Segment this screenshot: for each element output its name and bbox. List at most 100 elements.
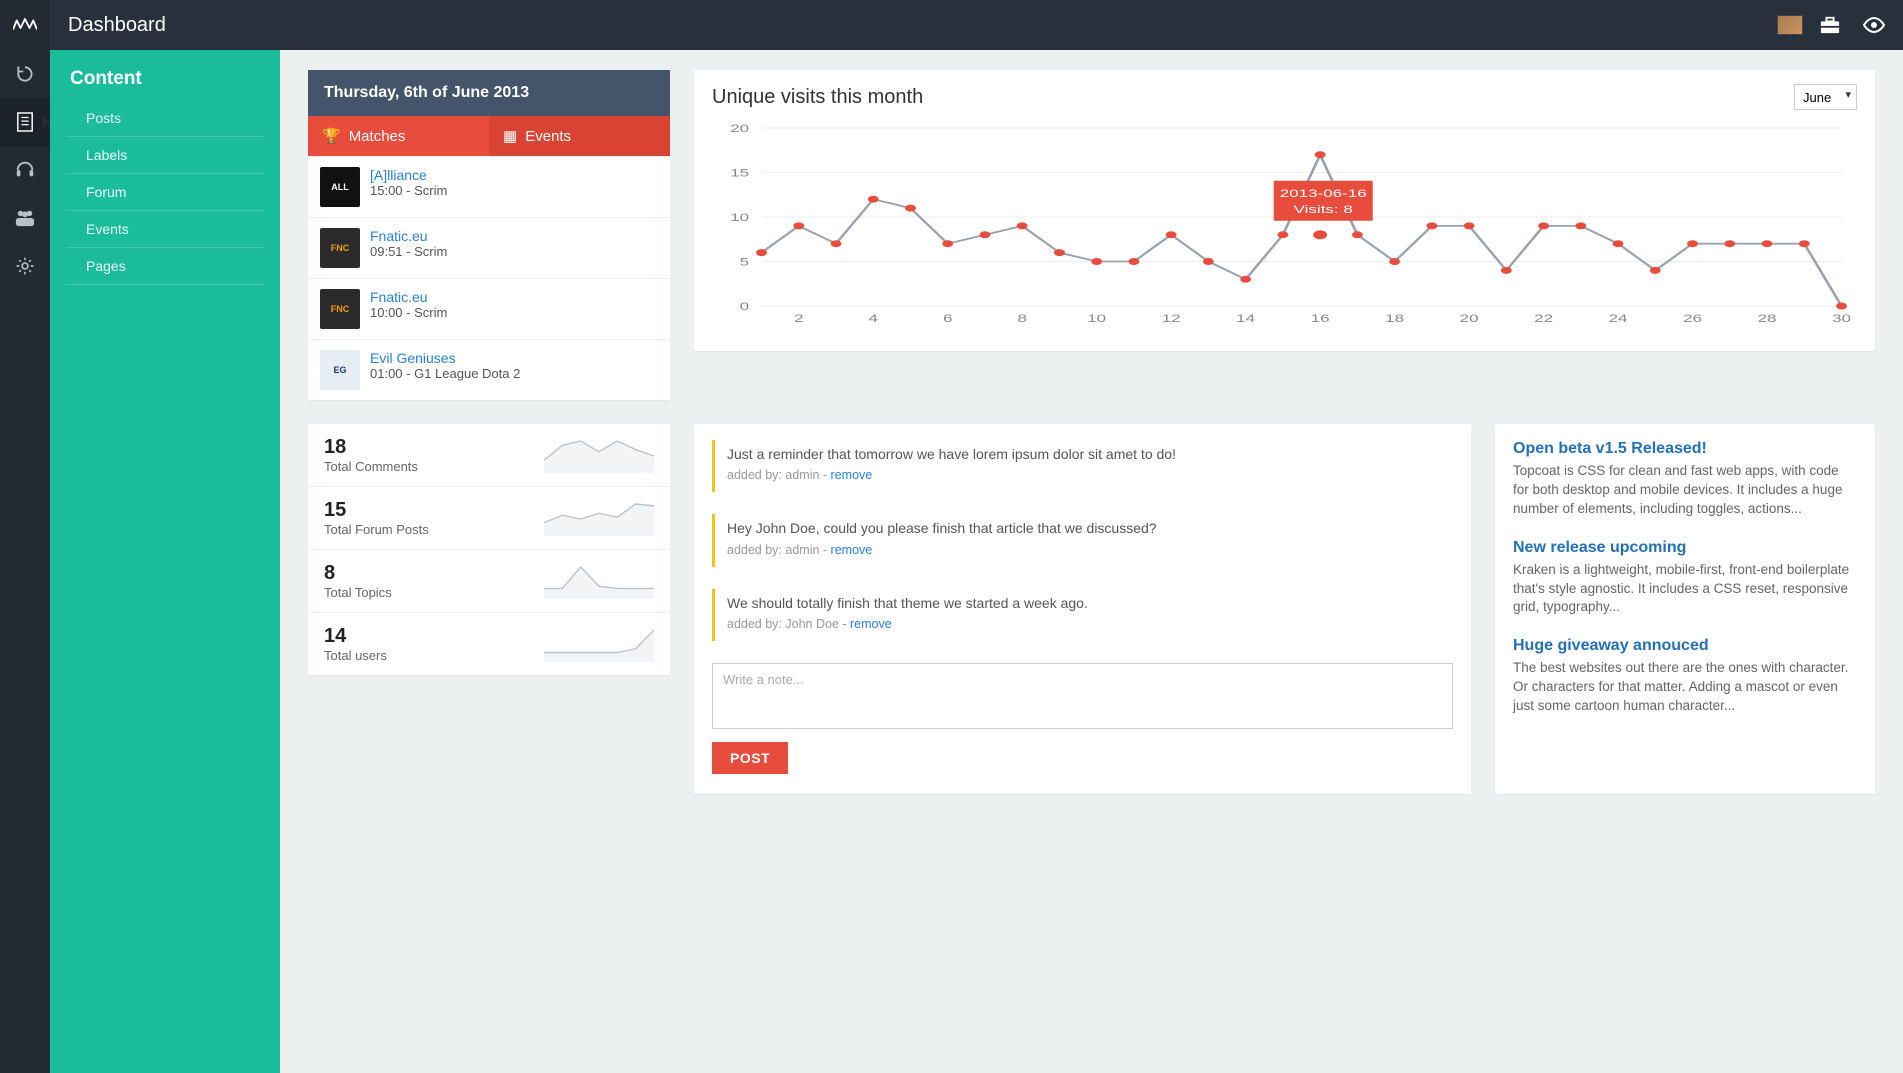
news-panel: Open beta v1.5 Released!Topcoat is CSS f… [1495, 424, 1875, 794]
note-body: Just a reminder that tomorrow we have lo… [727, 444, 1441, 464]
notes-panel: Just a reminder that tomorrow we have lo… [694, 424, 1471, 794]
note-body: We should totally finish that theme we s… [727, 593, 1441, 613]
tab-matches[interactable]: 🏆 Matches [308, 116, 489, 156]
post-button[interactable]: POST [712, 742, 788, 774]
rail-content-icon[interactable] [0, 98, 50, 146]
news-item: Open beta v1.5 Released!Topcoat is CSS f… [1513, 440, 1857, 519]
news-title[interactable]: Open beta v1.5 Released! [1513, 440, 1857, 458]
tab-matches-label: Matches [349, 128, 406, 145]
svg-text:30: 30 [1832, 313, 1851, 325]
schedule-row[interactable]: FNC Fnatic.eu10:00 - Scrim [308, 278, 670, 339]
sparkline [544, 500, 654, 536]
visits-chart-card: Unique visits this month June 0510152024… [694, 70, 1875, 351]
schedule-row[interactable]: FNC Fnatic.eu09:51 - Scrim [308, 217, 670, 278]
svg-text:20: 20 [730, 123, 749, 135]
svg-text:16: 16 [1311, 313, 1330, 325]
note-meta: added by: admin - remove [727, 468, 1441, 482]
stat-label: Total Forum Posts [324, 522, 429, 537]
note-item: We should totally finish that theme we s… [712, 589, 1453, 641]
svg-text:10: 10 [1087, 313, 1106, 325]
svg-text:22: 22 [1534, 313, 1553, 325]
sidebar-item-events[interactable]: Events [66, 211, 264, 248]
stat-row: 8Total Topics [308, 549, 670, 612]
stat-label: Total Topics [324, 585, 392, 600]
svg-text:14: 14 [1236, 313, 1255, 325]
stat-label: Total users [324, 648, 387, 663]
svg-text:2: 2 [794, 313, 804, 325]
svg-text:0: 0 [740, 301, 750, 313]
schedule-row[interactable]: EGEvil Geniuses01:00 - G1 League Dota 2 [308, 339, 670, 400]
svg-text:15: 15 [730, 167, 749, 179]
briefcase-icon[interactable] [1813, 8, 1847, 42]
tab-events-label: Events [525, 128, 571, 145]
svg-text:Visits: 8: Visits: 8 [1294, 204, 1353, 216]
team-logo: ALL [320, 167, 360, 207]
match-time: 01:00 - G1 League Dota 2 [370, 366, 520, 381]
sidebar-item-labels[interactable]: Labels [66, 137, 264, 174]
news-body: Kraken is a lightweight, mobile-first, f… [1513, 561, 1857, 618]
stat-value: 8 [324, 562, 392, 585]
note-meta: added by: admin - remove [727, 543, 1441, 557]
team-link[interactable]: Fnatic.eu [370, 289, 428, 305]
sparkline [544, 437, 654, 473]
stat-row: 18Total Comments [308, 424, 670, 486]
sidebar-item-posts[interactable]: Posts [66, 100, 264, 137]
svg-text:8: 8 [1017, 313, 1027, 325]
svg-text:2013-06-16: 2013-06-16 [1280, 188, 1367, 200]
svg-text:24: 24 [1609, 313, 1628, 325]
note-meta: added by: John Doe - remove [727, 617, 1441, 631]
rail-users-icon[interactable] [0, 194, 50, 242]
visits-line-chart: 05101520246810121416182022242628302013-0… [712, 118, 1857, 338]
note-item: Just a reminder that tomorrow we have lo… [712, 440, 1453, 492]
sparkline [544, 626, 654, 662]
team-link[interactable]: Fnatic.eu [370, 228, 428, 244]
news-item: Huge giveaway annouced The best websites … [1513, 637, 1857, 716]
svg-text:4: 4 [869, 313, 879, 325]
calendar-icon: ▦ [503, 127, 517, 145]
eye-icon[interactable] [1857, 8, 1891, 42]
team-logo: FNC [320, 228, 360, 268]
stats-card: 18Total Comments15Total Forum Posts8Tota… [308, 424, 670, 675]
team-logo: FNC [320, 289, 360, 329]
note-remove-link[interactable]: remove [850, 617, 892, 631]
team-link[interactable]: Evil Geniuses [370, 350, 456, 366]
svg-text:6: 6 [943, 313, 953, 325]
app-logo[interactable] [0, 0, 50, 50]
news-title[interactable]: New release upcoming [1513, 539, 1857, 557]
svg-text:18: 18 [1385, 313, 1404, 325]
match-time: 09:51 - Scrim [370, 244, 447, 259]
news-item: New release upcoming Kraken is a lightwei… [1513, 539, 1857, 618]
match-time: 15:00 - Scrim [370, 183, 447, 198]
stat-value: 15 [324, 499, 429, 522]
note-remove-link[interactable]: remove [831, 468, 873, 482]
stat-value: 18 [324, 436, 418, 459]
stat-row: 15Total Forum Posts [308, 486, 670, 549]
avatar[interactable] [1777, 15, 1803, 35]
note-remove-link[interactable]: remove [831, 543, 873, 557]
sidebar-item-pages[interactable]: Pages [66, 248, 264, 285]
svg-text:12: 12 [1162, 313, 1181, 325]
rail-undo-icon[interactable] [0, 50, 50, 98]
schedule-row[interactable]: ALL [A]lliance15:00 - Scrim [308, 156, 670, 217]
stat-label: Total Comments [324, 459, 418, 474]
sparkline [544, 563, 654, 599]
note-input[interactable] [712, 663, 1453, 729]
month-select[interactable]: June [1794, 84, 1857, 110]
match-time: 10:00 - Scrim [370, 305, 447, 320]
sidepanel-heading: Content [50, 68, 280, 100]
sidebar-item-forum[interactable]: Forum [66, 174, 264, 211]
note-item: Hey John Doe, could you please finish th… [712, 514, 1453, 566]
team-link[interactable]: [A]lliance [370, 167, 427, 183]
schedule-date: Thursday, 6th of June 2013 [308, 70, 670, 116]
schedule-card: Thursday, 6th of June 2013 🏆 Matches ▦ E… [308, 70, 670, 400]
svg-text:26: 26 [1683, 313, 1702, 325]
news-title[interactable]: Huge giveaway annouced [1513, 637, 1857, 655]
rail-settings-icon[interactable] [0, 242, 50, 290]
svg-text:20: 20 [1460, 313, 1479, 325]
rail-support-icon[interactable] [0, 146, 50, 194]
note-body: Hey John Doe, could you please finish th… [727, 518, 1441, 538]
news-body: The best websites out there are the ones… [1513, 659, 1857, 716]
chart-title: Unique visits this month [712, 86, 923, 109]
svg-text:28: 28 [1758, 313, 1777, 325]
tab-events[interactable]: ▦ Events [489, 116, 670, 156]
